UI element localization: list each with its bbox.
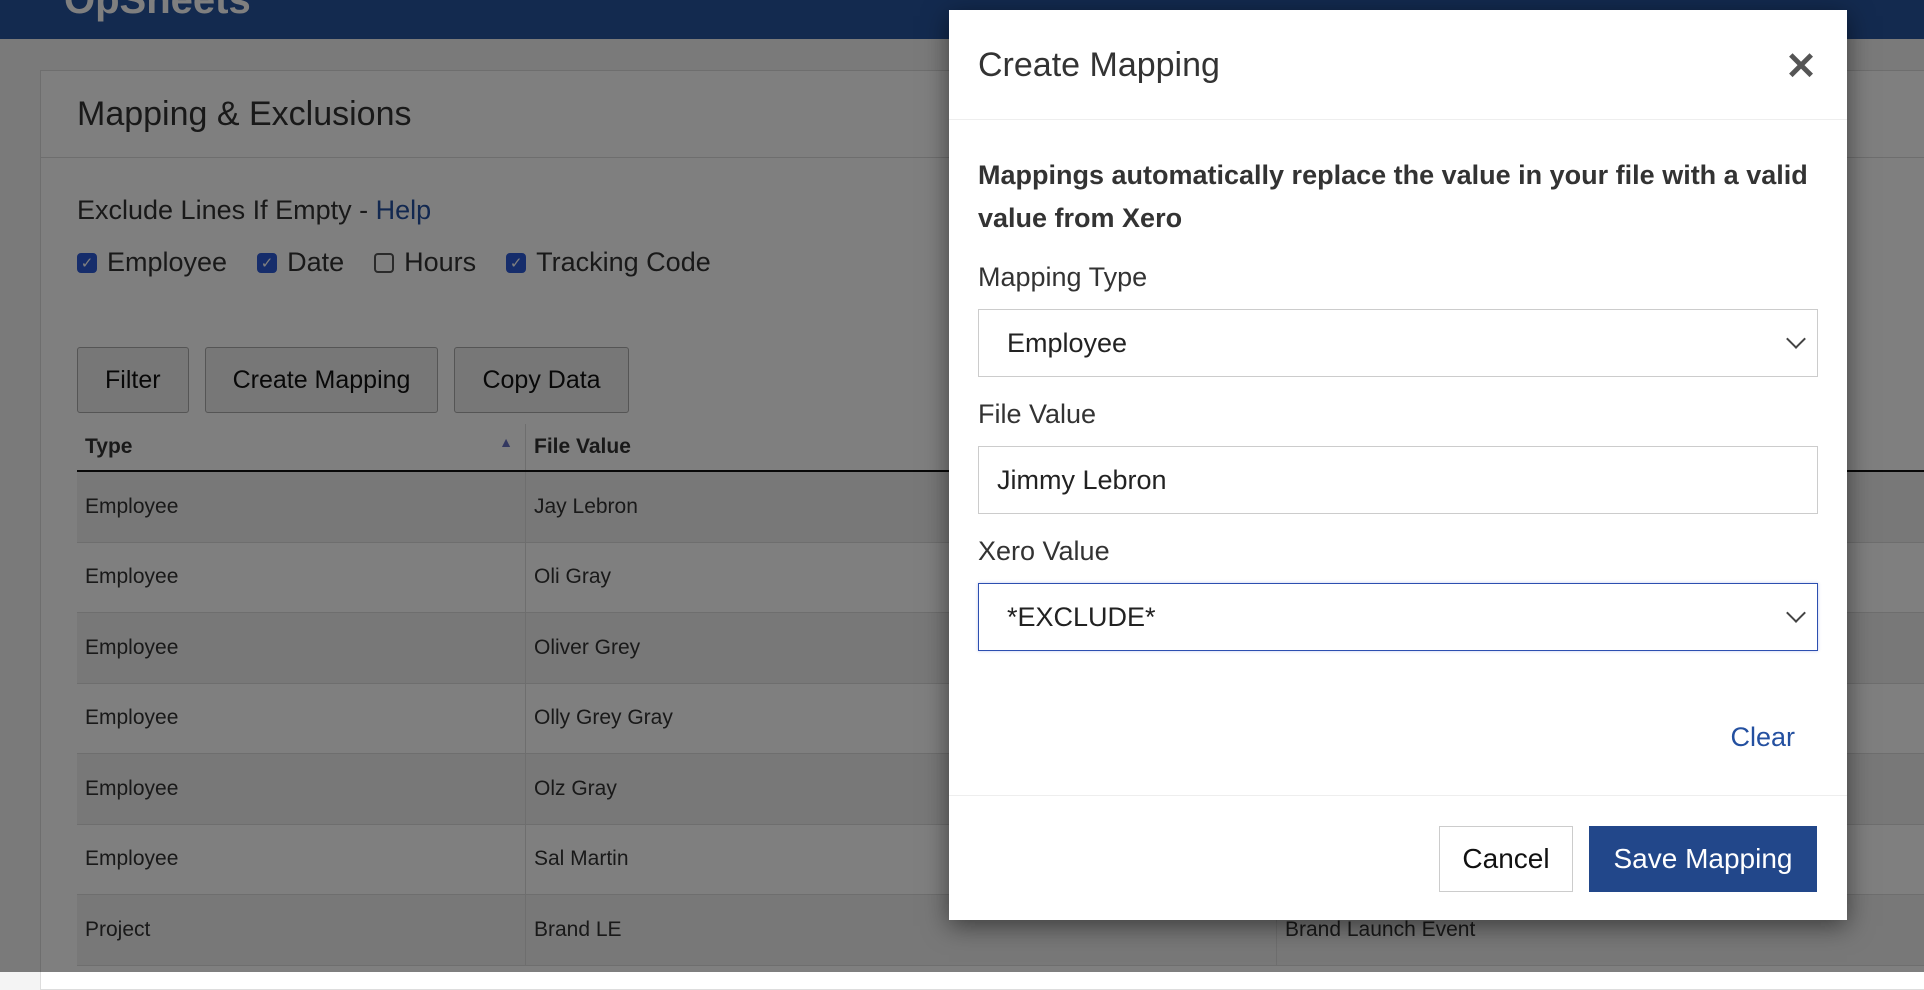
chevron-down-icon [1786, 603, 1806, 623]
cancel-button[interactable]: Cancel [1439, 826, 1573, 892]
clear-link[interactable]: Clear [1730, 722, 1795, 753]
modal-intro: Mappings automatically replace the value… [978, 160, 1808, 233]
chevron-down-icon [1786, 329, 1806, 349]
select-value: *EXCLUDE* [1007, 601, 1156, 632]
modal-title: Create Mapping [978, 46, 1220, 84]
create-mapping-modal: Create Mapping ✕ Mappings automatically r… [949, 10, 1847, 920]
close-icon[interactable]: ✕ [1785, 44, 1817, 89]
mapping-type-label: Mapping Type [978, 262, 1148, 292]
mapping-type-select[interactable]: Employee [978, 309, 1818, 377]
file-value-input[interactable]: Jimmy Lebron [978, 446, 1818, 514]
save-mapping-button[interactable]: Save Mapping [1589, 826, 1817, 892]
select-value: Employee [1007, 327, 1128, 358]
xero-value-select[interactable]: *EXCLUDE* [978, 583, 1818, 651]
xero-value-label: Xero Value [978, 536, 1110, 566]
file-value-label: File Value [978, 399, 1097, 429]
